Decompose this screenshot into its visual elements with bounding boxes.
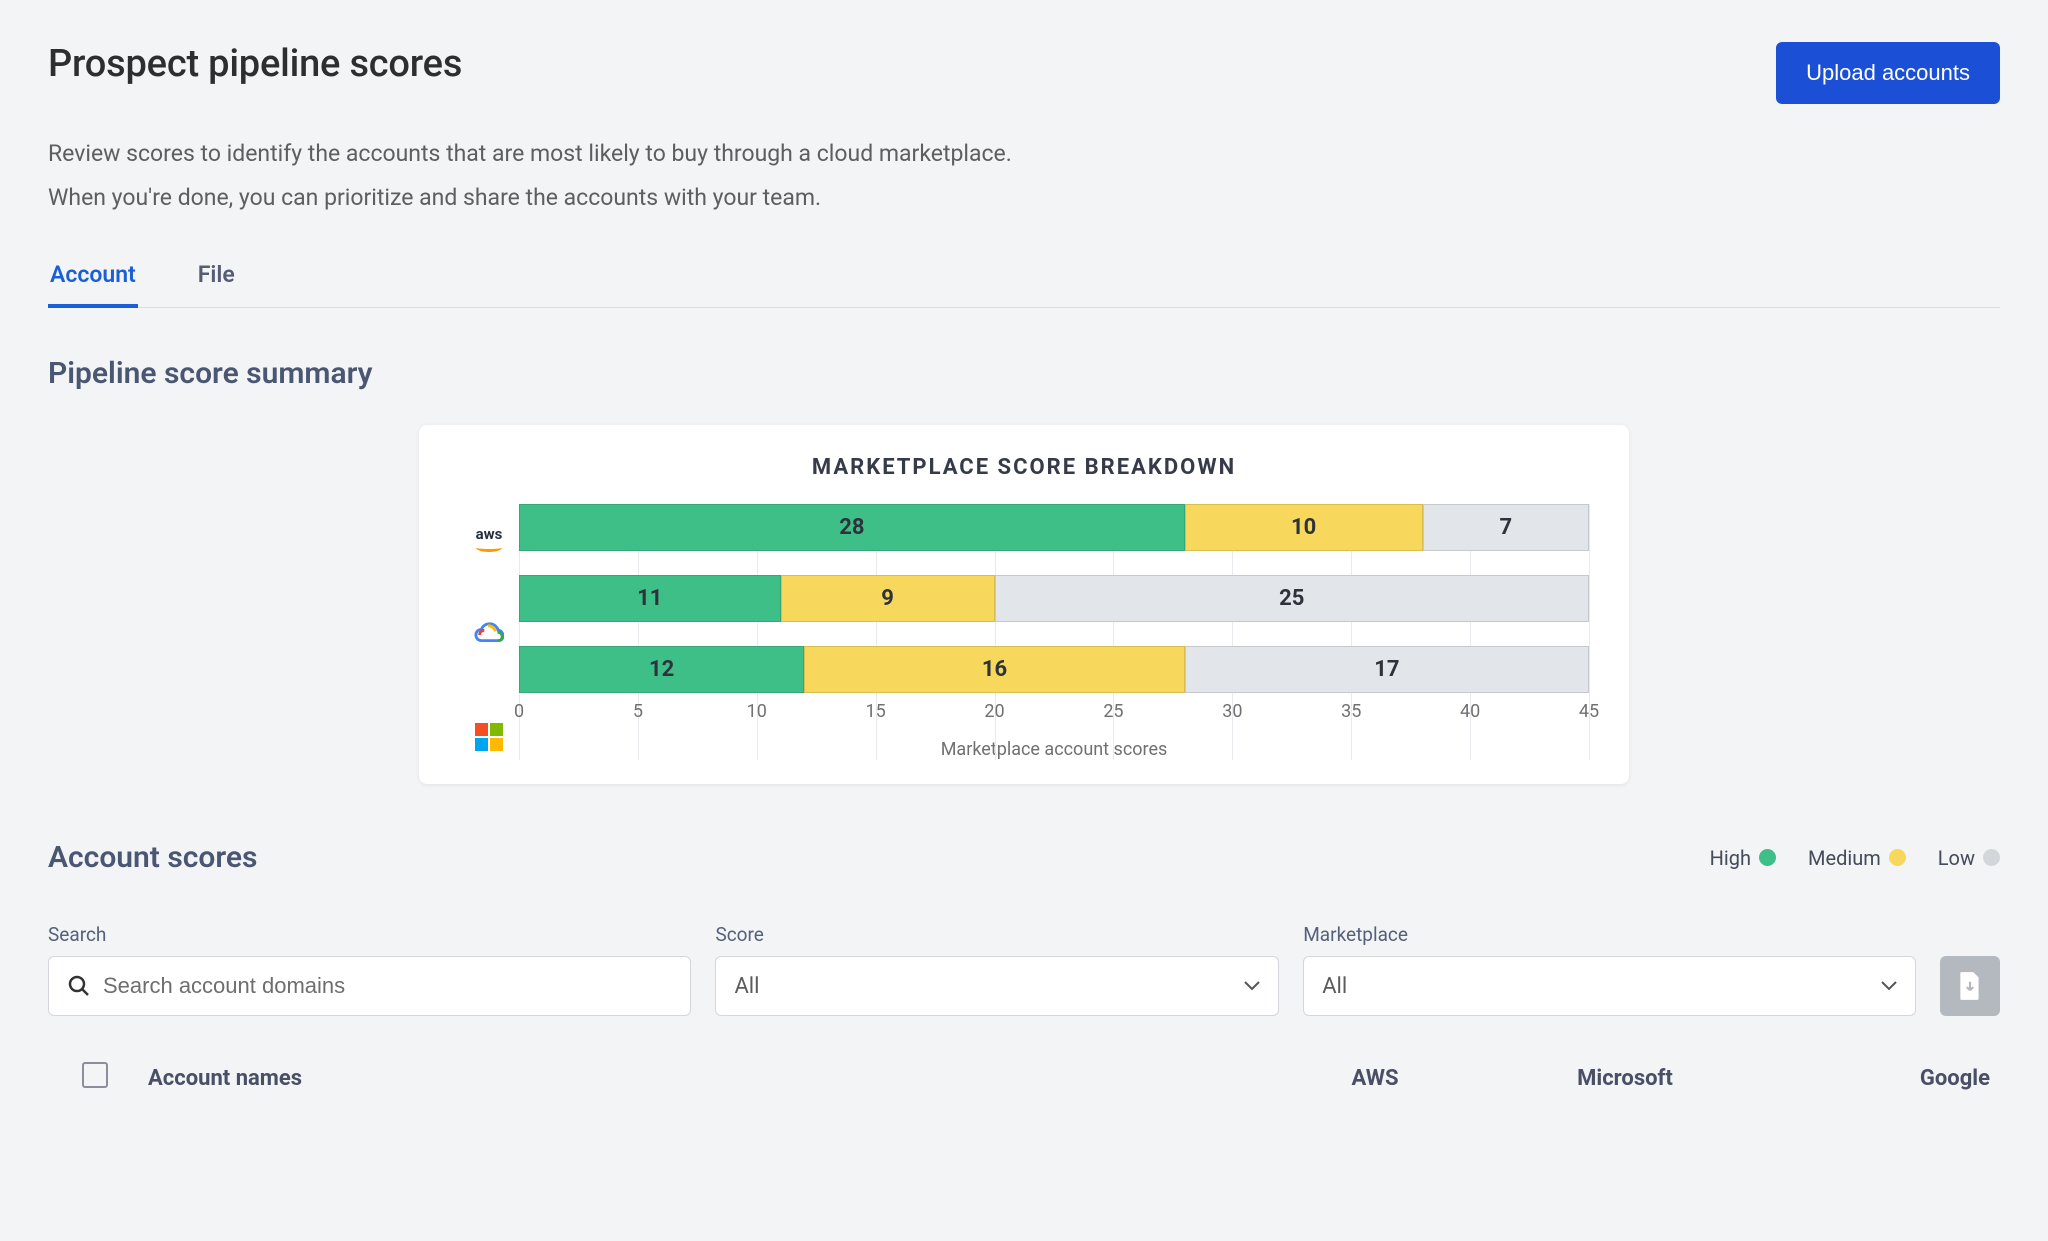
marketplace-filter-value: All [1322,974,1347,999]
legend-medium-label: Medium [1808,846,1881,870]
legend-low-dot-icon [1983,849,2000,866]
search-input[interactable] [103,973,672,999]
search-icon [67,974,91,998]
chart-x-axis-ticks: 051015202530354045 [519,701,1589,723]
file-download-icon [1957,971,1983,1001]
page-description: Review scores to identify the accounts t… [48,132,2000,219]
legend-high-dot-icon [1759,849,1776,866]
tab-bar: Account File [48,261,2000,308]
chevron-down-icon [1244,981,1260,991]
legend-medium-dot-icon [1889,849,1906,866]
chart-bar-row-microsoft: 121617 [519,646,1589,693]
chart-segment-google-cloud-medium: 9 [781,575,995,622]
score-filter-value: All [734,974,759,999]
col-account-names[interactable]: Account names [148,1066,1250,1091]
chart-segment-aws-medium: 10 [1185,504,1423,551]
chart-segment-microsoft-low: 17 [1185,646,1589,693]
search-input-wrapper [48,956,691,1016]
table-header: Account names AWS Microsoft Google [48,1062,2000,1094]
microsoft-icon [459,713,519,760]
col-microsoft[interactable]: Microsoft [1500,1066,1750,1091]
search-label: Search [48,923,691,946]
score-filter-label: Score [715,923,1279,946]
col-aws[interactable]: AWS [1250,1066,1500,1091]
chart-segment-microsoft-high: 12 [519,646,804,693]
page-title: Prospect pipeline scores [48,42,462,86]
chart-bar-row-aws: 28107 [519,504,1589,551]
download-button[interactable] [1940,956,2000,1016]
tab-account[interactable]: Account [48,261,138,308]
legend: High Medium Low [1710,846,2000,870]
chart-segment-aws-high: 28 [519,504,1185,551]
chart-title: MARKETPLACE SCORE BREAKDOWN [459,455,1589,480]
select-all-checkbox[interactable] [82,1062,108,1088]
chart-segment-aws-low: 7 [1423,504,1589,551]
summary-section-title: Pipeline score summary [48,356,2000,391]
chart-segment-google-cloud-low: 25 [995,575,1589,622]
legend-low-label: Low [1938,846,1975,870]
chart-segment-google-cloud-high: 11 [519,575,781,622]
legend-high-label: High [1710,846,1751,870]
col-google[interactable]: Google [1750,1066,2000,1091]
chart-segment-microsoft-medium: 16 [804,646,1184,693]
chevron-down-icon [1881,981,1897,991]
upload-accounts-button[interactable]: Upload accounts [1776,42,2000,104]
desc-line-1: Review scores to identify the accounts t… [48,132,2000,176]
chart-bar-row-google-cloud: 11925 [519,575,1589,622]
tab-file[interactable]: File [196,261,237,308]
score-filter-select[interactable]: All [715,956,1279,1016]
aws-icon: aws [459,510,519,557]
marketplace-filter-label: Marketplace [1303,923,1916,946]
marketplace-filter-select[interactable]: All [1303,956,1916,1016]
chart-card: MARKETPLACE SCORE BREAKDOWN aws 28107 119… [419,425,1629,784]
desc-line-2: When you're done, you can prioritize and… [48,176,2000,220]
account-scores-title: Account scores [48,840,257,875]
google-cloud-icon [459,612,519,659]
